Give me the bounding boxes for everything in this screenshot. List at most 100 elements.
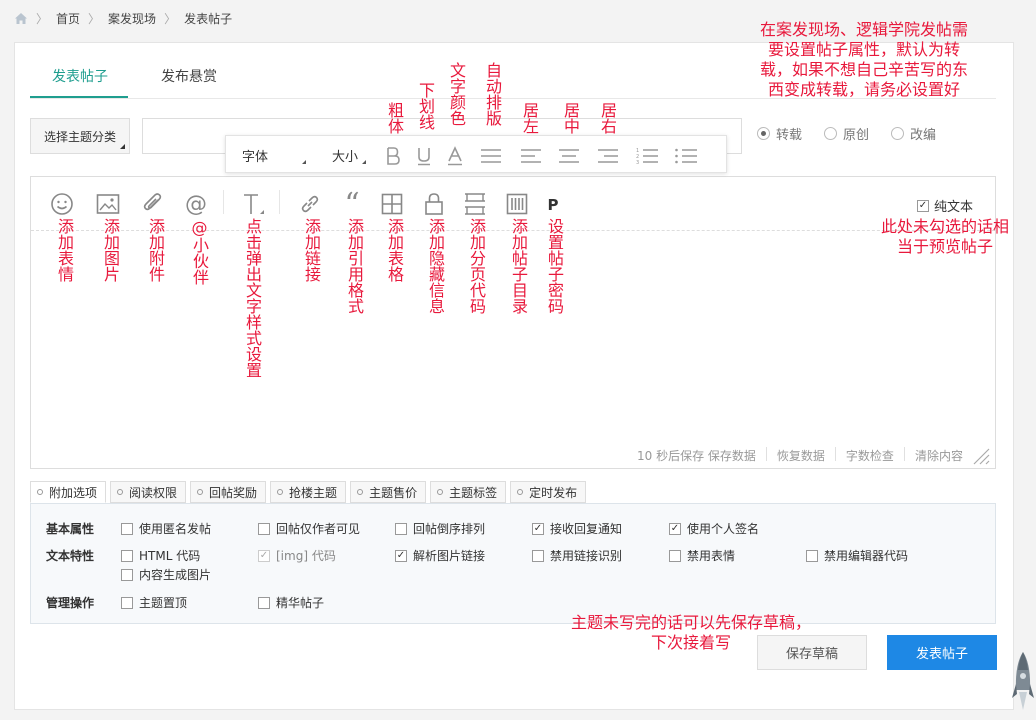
align-right-icon[interactable] — [597, 148, 619, 164]
dropdown-corner-icon — [362, 160, 366, 164]
tab-topic-tags[interactable]: 主题标签 — [430, 481, 507, 503]
option-disable-link-detect[interactable]: 禁用链接识别 — [532, 547, 622, 564]
rocket-back-to-top-icon[interactable] — [1012, 650, 1034, 716]
checkbox[interactable] — [395, 549, 407, 562]
option-disable-emoji[interactable]: 禁用表情 — [669, 547, 735, 564]
annotation-attribute-note: 在案发现场、逻辑学院发帖需要设置帖子属性，默认为转载，如果不想自己辛苦写的东西变… — [759, 20, 968, 99]
font-select[interactable]: 字体 — [242, 146, 268, 165]
option-label: 主题置顶 — [139, 596, 188, 610]
ordered-list-icon[interactable]: 123 — [635, 146, 659, 166]
link-icon[interactable] — [297, 191, 323, 217]
toolbar-separator — [279, 190, 280, 214]
align-center-icon[interactable] — [558, 148, 580, 164]
plain-text-label: 纯文本 — [934, 200, 974, 215]
tab-scheduled-publish[interactable]: 定时发布 — [510, 481, 587, 503]
word-count-link[interactable]: 字数检查 — [846, 447, 894, 464]
tab-floor-race[interactable]: 抢楼主题 — [270, 481, 347, 503]
image-icon[interactable] — [95, 191, 121, 217]
tab-reply-reward[interactable]: 回帖奖励 — [190, 481, 267, 503]
checkbox[interactable] — [806, 549, 818, 562]
lock-icon[interactable] — [421, 190, 447, 218]
dropdown-corner-icon — [120, 144, 125, 149]
option-sticky[interactable]: 主题置顶 — [121, 594, 187, 611]
tab-label: 抢楼主题 — [289, 485, 338, 500]
emoji-icon[interactable] — [49, 191, 75, 217]
annotation-password: 设置帖子密码 — [545, 218, 564, 314]
checkbox[interactable] — [121, 522, 133, 535]
checkbox[interactable] — [532, 549, 544, 562]
tab-post[interactable]: 发表帖子 — [52, 66, 108, 86]
mention-icon[interactable]: @ — [183, 190, 209, 218]
bold-icon[interactable] — [385, 146, 401, 166]
annotation-align-left: 居左 — [520, 102, 539, 134]
breadcrumb-section[interactable]: 案发现场 — [108, 10, 156, 27]
resize-handle-icon[interactable] — [972, 447, 990, 465]
checkbox[interactable] — [395, 522, 407, 535]
option-label: 使用个人签名 — [687, 522, 760, 536]
toolbar-separator — [223, 190, 224, 214]
option-content-to-image[interactable]: 内容生成图片 — [121, 566, 211, 583]
quote-icon[interactable]: “ — [339, 187, 365, 222]
auto-format-icon[interactable] — [480, 148, 502, 164]
checkbox[interactable] — [121, 549, 133, 562]
tab-extra-options[interactable]: 附加选项 — [30, 481, 107, 503]
tab-topic-price[interactable]: 主题售价 — [350, 481, 427, 503]
annotation-image: 添加图片 — [101, 218, 120, 282]
attachment-icon[interactable] — [140, 191, 166, 217]
plain-text-checkbox[interactable]: 纯文本 — [917, 196, 973, 215]
save-draft-button[interactable]: 保存草稿 — [757, 635, 867, 670]
option-reply-notify[interactable]: 接收回复通知 — [532, 520, 622, 537]
tab-read-permission[interactable]: 阅读权限 — [110, 481, 187, 503]
annotation-align-right: 居右 — [598, 102, 617, 134]
underline-icon[interactable] — [416, 146, 432, 166]
radio-reprint[interactable]: 转载 — [757, 124, 802, 143]
breadcrumb-home[interactable]: 首页 — [56, 10, 80, 27]
text-features-label: 文本特性 — [46, 549, 95, 563]
restore-data-link[interactable]: 恢复数据 — [777, 447, 825, 464]
align-left-icon[interactable] — [520, 148, 542, 164]
radio-circle — [824, 127, 838, 140]
option-anonymous[interactable]: 使用匿名发帖 — [121, 520, 211, 537]
publish-button[interactable]: 发表帖子 — [887, 635, 997, 670]
radio-adapted[interactable]: 改编 — [891, 124, 936, 143]
page-break-icon[interactable] — [462, 191, 488, 217]
home-icon[interactable] — [14, 12, 28, 25]
tab-reward[interactable]: 发布悬赏 — [161, 66, 217, 86]
checkbox[interactable] — [532, 522, 544, 535]
text-color-icon[interactable] — [447, 146, 463, 166]
password-icon[interactable]: P — [542, 192, 564, 218]
attribute-radio-group: 转载 原创 改编 — [757, 124, 936, 143]
option-signature[interactable]: 使用个人签名 — [669, 520, 759, 537]
table-of-contents-icon[interactable] — [504, 191, 530, 217]
unordered-list-icon[interactable] — [674, 146, 698, 166]
annotation-attachment: 添加附件 — [146, 218, 165, 282]
checkbox[interactable] — [258, 596, 270, 609]
clear-content-link[interactable]: 清除内容 — [915, 447, 963, 464]
text-style-popup: 字体 大小 123 — [225, 135, 727, 173]
checkbox[interactable] — [669, 522, 681, 535]
tab-label: 阅读权限 — [129, 485, 178, 500]
breadcrumb: 〉 首页 〉 案发现场 〉 发表帖子 — [14, 9, 232, 27]
autosave-status[interactable]: 10 秒后保存 保存数据 — [637, 447, 756, 464]
table-icon[interactable] — [379, 191, 405, 217]
size-select[interactable]: 大小 — [332, 146, 358, 165]
dropdown-corner-icon — [302, 160, 306, 164]
option-label: 内容生成图片 — [139, 568, 212, 582]
radio-circle — [891, 127, 905, 140]
checkbox[interactable] — [258, 522, 270, 535]
option-reply-reverse[interactable]: 回帖倒序排列 — [395, 520, 485, 537]
category-select[interactable]: 选择主题分类 — [30, 118, 130, 154]
option-digest[interactable]: 精华帖子 — [258, 594, 324, 611]
checkbox[interactable] — [917, 199, 929, 212]
checkbox[interactable] — [121, 568, 133, 581]
option-disable-editor-code[interactable]: 禁用编辑器代码 — [806, 547, 908, 564]
checkbox[interactable] — [669, 549, 681, 562]
annotation-link: 添加链接 — [302, 218, 321, 282]
option-reply-author-only[interactable]: 回帖仅作者可见 — [258, 520, 360, 537]
radio-original[interactable]: 原创 — [824, 124, 869, 143]
option-parse-image-links[interactable]: 解析图片链接 — [395, 547, 485, 564]
checkbox[interactable] — [121, 596, 133, 609]
tab-label: 主题标签 — [449, 485, 498, 500]
text-style-icon[interactable] — [239, 192, 265, 218]
option-html-code[interactable]: HTML 代码 — [121, 547, 200, 564]
